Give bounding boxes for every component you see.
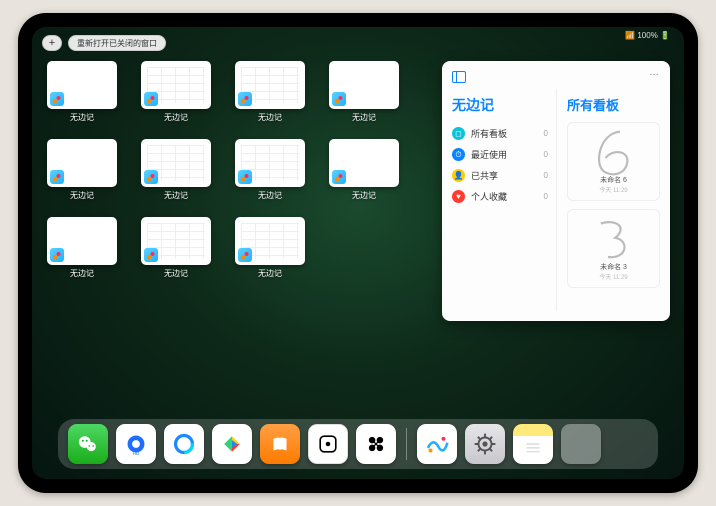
category-list: ◻ 所有看板 0 ⏱ 最近使用 0 👤 已共享 0 ♥ 个人收藏 0 — [452, 123, 548, 207]
window-thumbnail[interactable]: 无边记 — [328, 61, 400, 125]
category-label: 个人收藏 — [471, 190, 538, 203]
thumbnail-preview — [141, 139, 211, 187]
freeform-mini-icon — [144, 170, 158, 184]
thumbnail-label: 无边记 — [70, 190, 94, 201]
content-area: 无边记 无边记 无边记 无边记 无边记 无边记 无边记 无边记 — [32, 59, 684, 321]
thumbnail-preview — [141, 61, 211, 109]
category-count: 0 — [544, 171, 548, 180]
thumbnail-label: 无边记 — [352, 190, 376, 201]
svg-text:HD: HD — [133, 451, 140, 456]
window-thumbnail[interactable]: 无边记 — [328, 139, 400, 203]
window-thumbnail[interactable]: 无边记 — [46, 217, 118, 281]
reopen-closed-window-button[interactable]: 重新打开已关闭的窗口 — [68, 35, 166, 51]
window-thumbnail[interactable]: 无边记 — [46, 139, 118, 203]
window-thumbnail[interactable]: 无边记 — [234, 217, 306, 281]
category-count: 0 — [544, 192, 548, 201]
thumbnail-label: 无边记 — [164, 268, 188, 279]
books-icon[interactable] — [260, 424, 300, 464]
freeform-mini-icon — [332, 170, 346, 184]
freeform-mini-icon — [50, 248, 64, 262]
freeform-mini-icon — [238, 170, 252, 184]
panel-right-title: 所有看板 — [567, 95, 660, 114]
freeform-mini-icon — [238, 248, 252, 262]
dock-separator — [406, 428, 407, 460]
thumbnail-preview — [47, 61, 117, 109]
category-label: 所有看板 — [471, 127, 538, 140]
qqhd-icon[interactable]: HD — [116, 424, 156, 464]
play-icon[interactable] — [212, 424, 252, 464]
thumbnail-preview — [235, 61, 305, 109]
folder-icon[interactable] — [561, 424, 601, 464]
freeform-mini-icon — [144, 92, 158, 106]
thumbnail-label: 无边记 — [164, 190, 188, 201]
window-thumbnail[interactable]: 无边记 — [234, 139, 306, 203]
thumbnail-preview — [329, 61, 399, 109]
thumbnail-label: 无边记 — [258, 112, 282, 123]
window-thumbnail[interactable]: 无边记 — [140, 61, 212, 125]
category-icon: ♥ — [452, 190, 465, 203]
category-count: 0 — [544, 129, 548, 138]
dock: HD — [58, 419, 658, 469]
thumbnail-label: 无边记 — [258, 190, 282, 201]
thumbnail-preview — [47, 217, 117, 265]
category-item[interactable]: ⏱ 最近使用 0 — [452, 144, 548, 165]
wechat-icon[interactable] — [68, 424, 108, 464]
freeform-icon[interactable] — [417, 424, 457, 464]
thumbnail-preview — [235, 139, 305, 187]
status-bar: 📶 100% 🔋 — [625, 31, 670, 40]
thumbnail-label: 无边记 — [70, 268, 94, 279]
window-thumbnail-grid: 无边记 无边记 无边记 无边记 无边记 无边记 无边记 无边记 — [46, 61, 400, 321]
thumbnail-label: 无边记 — [258, 268, 282, 279]
top-bar: + 重新打开已关闭的窗口 — [32, 27, 684, 59]
window-thumbnail[interactable]: 无边记 — [140, 217, 212, 281]
panel-left-column: 无边记 ◻ 所有看板 0 ⏱ 最近使用 0 👤 已共享 0 ♥ 个人收藏 0 — [452, 89, 548, 311]
freeform-mini-icon — [50, 92, 64, 106]
freeform-mini-icon — [238, 92, 252, 106]
category-item[interactable]: ♥ 个人收藏 0 — [452, 186, 548, 207]
board-preview — [584, 129, 644, 175]
thumbnail-preview — [235, 217, 305, 265]
board-name: 未命名 3 — [600, 262, 627, 272]
category-icon: ⏱ — [452, 148, 465, 161]
thumbnail-label: 无边记 — [352, 112, 376, 123]
panel-left-title: 无边记 — [452, 95, 548, 115]
notes-icon[interactable] — [513, 424, 553, 464]
screen: 📶 100% 🔋 + 重新打开已关闭的窗口 无边记 无边记 无边记 无边记 无边… — [32, 27, 684, 479]
board-date: 今天 11:29 — [599, 185, 627, 194]
clone-icon[interactable] — [356, 424, 396, 464]
board-name: 未命名 6 — [600, 175, 627, 185]
window-thumbnail[interactable]: 无边记 — [46, 61, 118, 125]
panel-right-column: 所有看板 未命名 6 今天 11:29 未命名 3 今天 11:29 — [556, 89, 660, 311]
thumbnail-label: 无边记 — [70, 112, 94, 123]
board-item[interactable]: 未命名 6 今天 11:29 — [567, 122, 660, 201]
sidebar-icon — [452, 71, 466, 83]
window-thumbnail[interactable]: 无边记 — [234, 61, 306, 125]
dice-icon[interactable] — [308, 424, 348, 464]
category-icon: ◻ — [452, 127, 465, 140]
window-thumbnail[interactable]: 无边记 — [140, 139, 212, 203]
settings-icon[interactable] — [465, 424, 505, 464]
category-label: 已共享 — [471, 169, 538, 182]
board-item[interactable]: 未命名 3 今天 11:29 — [567, 209, 660, 288]
board-preview — [584, 216, 644, 262]
thumbnail-preview — [141, 217, 211, 265]
category-count: 0 — [544, 150, 548, 159]
board-date: 今天 11:29 — [599, 272, 627, 281]
thumbnail-label: 无边记 — [164, 112, 188, 123]
thumbnail-preview — [329, 139, 399, 187]
qbrowser-icon[interactable] — [164, 424, 204, 464]
category-item[interactable]: ◻ 所有看板 0 — [452, 123, 548, 144]
sidebar-panel: … 无边记 ◻ 所有看板 0 ⏱ 最近使用 0 👤 已共享 0 ♥ 个人收藏 0… — [442, 61, 670, 321]
category-icon: 👤 — [452, 169, 465, 182]
category-label: 最近使用 — [471, 148, 538, 161]
panel-options-button[interactable]: … — [649, 67, 660, 78]
category-item[interactable]: 👤 已共享 0 — [452, 165, 548, 186]
new-window-button[interactable]: + — [42, 35, 62, 51]
board-list: 未命名 6 今天 11:29 未命名 3 今天 11:29 — [567, 122, 660, 288]
thumbnail-preview — [47, 139, 117, 187]
freeform-mini-icon — [50, 170, 64, 184]
freeform-mini-icon — [332, 92, 346, 106]
ipad-frame: 📶 100% 🔋 + 重新打开已关闭的窗口 无边记 无边记 无边记 无边记 无边… — [18, 13, 698, 493]
freeform-mini-icon — [144, 248, 158, 262]
